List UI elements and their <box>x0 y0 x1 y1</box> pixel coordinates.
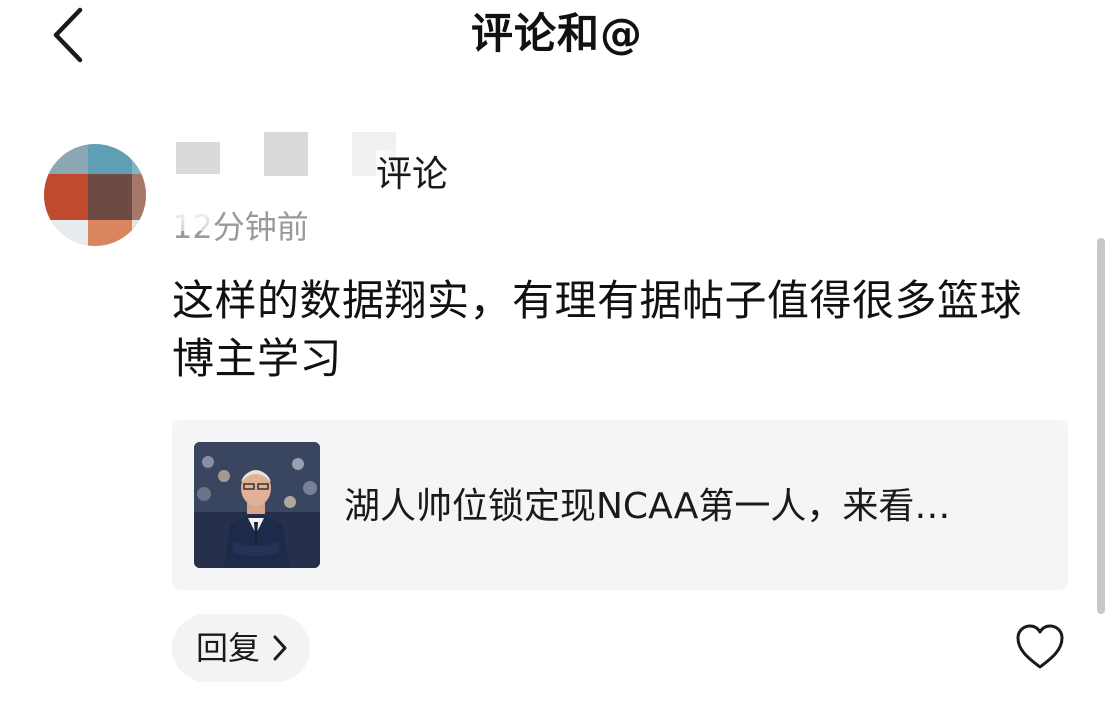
linked-post-card[interactable]: 湖人帅位锁定现NCAA第一人，来看… <box>172 420 1068 590</box>
heart-outline-icon <box>1016 624 1064 669</box>
reply-label: 回复 <box>196 629 261 667</box>
avatar[interactable] <box>44 144 146 246</box>
timestamp-mask <box>170 205 214 231</box>
author-action-text: 评论 <box>376 150 449 200</box>
comment-mentions-screen: 评论和@ 评论 12分钟前 这样的数据翔实，有理有据帖子值得很多篮球博主学习 湖… <box>0 0 1114 706</box>
scrollbar[interactable] <box>1097 238 1105 614</box>
linked-post-title: 湖人帅位锁定现NCAA第一人，来看… <box>344 486 951 527</box>
like-button[interactable] <box>1014 622 1066 672</box>
post-thumbnail <box>194 442 320 568</box>
comment-text: 这样的数据翔实，有理有据帖子值得很多篮球博主学习 <box>172 276 1023 383</box>
chevron-right-icon <box>272 634 288 662</box>
page-title: 评论和@ <box>470 9 643 58</box>
reply-button[interactable]: 回复 <box>172 614 310 682</box>
coach-photo-thumbnail <box>194 442 320 568</box>
